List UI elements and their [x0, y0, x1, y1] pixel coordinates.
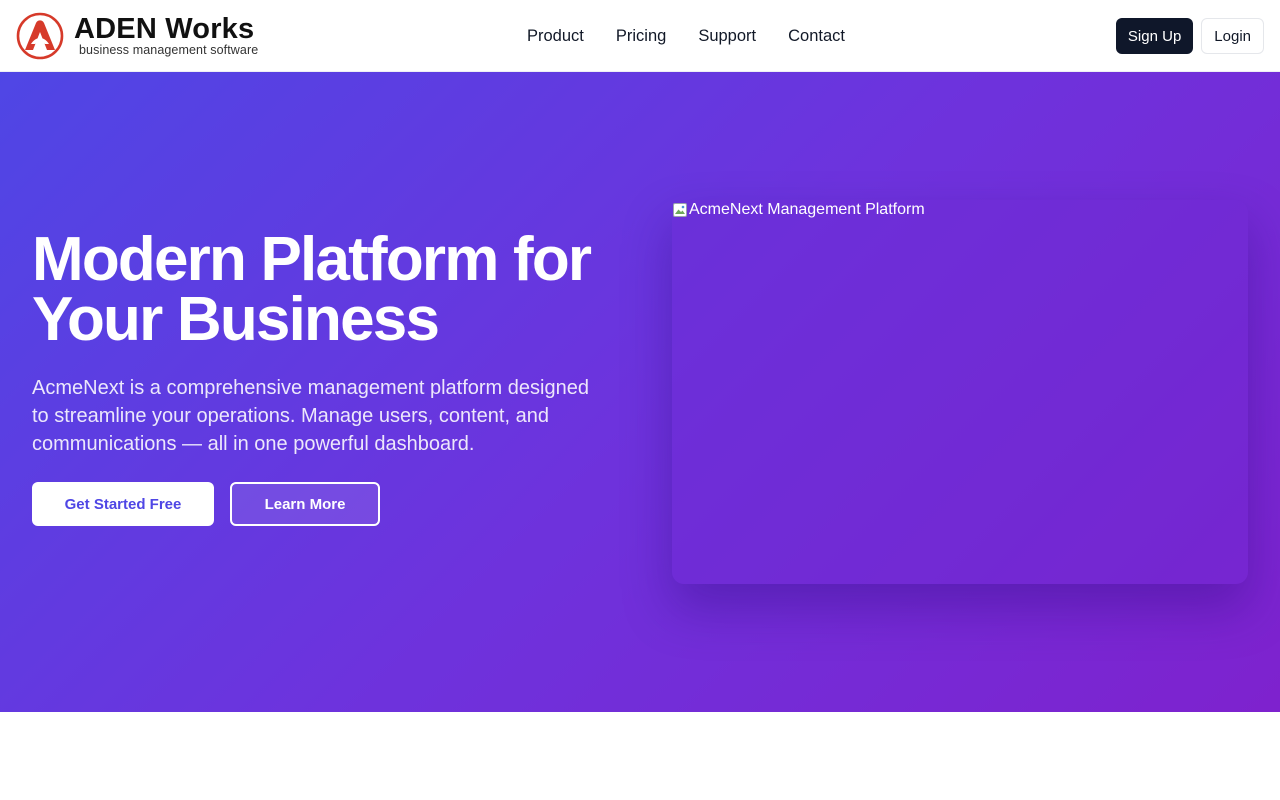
hero-content: Modern Platform for Your Business AcmeNe… [32, 225, 632, 526]
image-alt-text: AcmeNext Management Platform [689, 201, 925, 218]
nav-link-pricing[interactable]: Pricing [616, 27, 666, 46]
auth-actions: Sign Up Login [1115, 18, 1264, 54]
main-nav: Product Pricing Support Contact [527, 0, 845, 72]
hero-cta-group: Get Started Free Learn More [32, 482, 632, 526]
nav-link-product[interactable]: Product [527, 27, 584, 46]
logo-wordmark: ADEN Works business management software [74, 13, 259, 58]
hero-section: Modern Platform for Your Business AcmeNe… [0, 72, 1280, 712]
sign-up-button[interactable]: Sign Up [1115, 18, 1194, 54]
brand-logo[interactable]: ADEN Works business management software [16, 12, 258, 60]
broken-image-placeholder: AcmeNext Management Platform [672, 200, 925, 220]
aden-logo-icon [16, 12, 64, 60]
logo-subtitle: business management software [79, 43, 259, 57]
broken-image-icon [673, 203, 687, 217]
top-navbar: ADEN Works business management software … [0, 0, 1280, 72]
nav-link-support[interactable]: Support [698, 27, 756, 46]
nav-link-contact[interactable]: Contact [788, 27, 845, 46]
hero-description: AcmeNext is a comprehensive management p… [32, 377, 589, 455]
get-started-button[interactable]: Get Started Free [32, 482, 214, 526]
logo-title: ADEN Works [74, 13, 255, 45]
learn-more-button[interactable]: Learn More [230, 482, 380, 526]
hero-title: Modern Platform for Your Business [32, 225, 592, 354]
hero-image: AcmeNext Management Platform [672, 200, 1248, 584]
login-button[interactable]: Login [1201, 18, 1264, 54]
